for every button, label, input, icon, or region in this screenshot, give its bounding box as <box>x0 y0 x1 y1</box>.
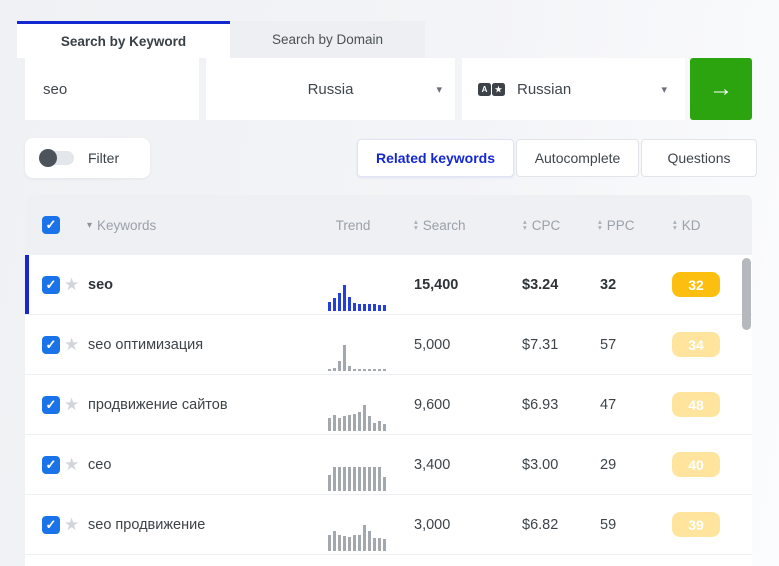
keyword-cell[interactable]: seo продвижение <box>88 495 205 555</box>
column-header-kd[interactable]: ▴ ▾ KD <box>673 195 701 255</box>
tab-questions[interactable]: Questions <box>641 139 757 177</box>
tab-autocomplete[interactable]: Autocomplete <box>516 139 639 177</box>
column-header-search-label: Search <box>422 217 466 233</box>
row-checkbox[interactable] <box>42 456 60 474</box>
ppc-cell: 59 <box>600 517 617 533</box>
chevron-down-icon: ▾ <box>661 83 667 96</box>
table-body: ★ seo 15,400 $3.24 32 32 ★ seo оптимизац… <box>25 255 752 555</box>
column-header-ppc[interactable]: ▴ ▾ PPC <box>598 195 635 255</box>
column-header-keywords[interactable]: ▾ Keywords <box>87 195 156 255</box>
keyword-cell[interactable]: сео <box>88 435 111 495</box>
column-header-trend: Trend <box>325 195 381 255</box>
ppc-cell: 47 <box>600 397 617 413</box>
keyword-search-input[interactable]: seo <box>25 58 199 120</box>
favorite-star-icon[interactable]: ★ <box>64 495 79 555</box>
search-volume-cell: 3,000 <box>414 517 451 533</box>
filter-label: Filter <box>88 150 120 166</box>
trend-sparkline <box>328 467 386 491</box>
trend-sparkline <box>328 285 386 311</box>
kd-badge: 34 <box>672 332 720 357</box>
region-select-value: Russia <box>307 80 354 98</box>
trend-sparkline <box>328 405 386 431</box>
search-query-value: seo <box>43 80 68 98</box>
result-tabs: Related keywords Autocomplete Questions <box>357 139 757 177</box>
table-row[interactable]: ★ seo продвижение 3,000 $6.82 59 39 <box>25 495 752 555</box>
language-select-value: Russian <box>517 80 572 98</box>
favorite-star-icon[interactable]: ★ <box>64 435 79 495</box>
sort-icon: ▴ ▾ <box>598 217 602 232</box>
keyword-cell[interactable]: seo <box>88 255 113 315</box>
search-volume-cell: 9,600 <box>414 397 451 413</box>
ppc-cell: 32 <box>600 277 617 293</box>
row-checkbox[interactable] <box>42 396 60 414</box>
ppc-cell: 57 <box>600 337 617 353</box>
search-volume-cell: 3,400 <box>414 457 451 473</box>
column-header-cpc[interactable]: ▴ ▾ CPC <box>523 195 560 255</box>
region-select[interactable]: Russia ▾ <box>206 58 455 120</box>
sort-icon: ▴ ▾ <box>673 217 677 232</box>
language-select[interactable]: A ★ Russian ▾ <box>462 58 685 120</box>
tab-autocomplete-label: Autocomplete <box>534 150 621 166</box>
translate-icon: A ★ <box>478 82 505 96</box>
cpc-cell: $3.24 <box>522 277 559 293</box>
column-header-cpc-label: CPC <box>531 217 561 233</box>
kd-badge: 39 <box>672 512 720 537</box>
cpc-cell: $6.93 <box>522 397 559 413</box>
trend-sparkline <box>328 345 386 371</box>
favorite-star-icon[interactable]: ★ <box>64 255 79 315</box>
tab-related-keywords-label: Related keywords <box>375 150 496 166</box>
table-scrollbar-thumb[interactable] <box>742 258 751 330</box>
column-header-trend-label: Trend <box>335 217 371 233</box>
toggle-knob <box>39 149 57 167</box>
table-row[interactable]: ★ продвижение сайтов 9,600 $6.93 47 48 <box>25 375 752 435</box>
favorite-star-icon[interactable]: ★ <box>64 315 79 375</box>
chevron-down-icon: ▾ <box>436 83 442 96</box>
column-header-kd-label: KD <box>681 217 701 233</box>
table-row[interactable]: ★ сео 3,400 $3.00 29 40 <box>25 435 752 495</box>
favorite-star-icon[interactable]: ★ <box>64 375 79 435</box>
trend-sparkline <box>328 525 386 551</box>
table-header: ▾ Keywords Trend ▴▾ Search ▴▾ CPC ▴▾ PPC… <box>25 195 752 255</box>
column-header-search[interactable]: ▴ ▾ Search <box>414 195 466 255</box>
row-checkbox[interactable] <box>42 516 60 534</box>
kd-badge: 40 <box>672 452 720 477</box>
row-checkbox[interactable] <box>42 336 60 354</box>
arrow-right-icon: → <box>709 75 733 102</box>
table-row[interactable]: ★ seo 15,400 $3.24 32 32 <box>25 255 752 315</box>
tab-questions-label: Questions <box>667 150 731 166</box>
sort-icon: ▴ ▾ <box>414 217 418 232</box>
search-volume-cell: 15,400 <box>414 277 459 293</box>
kd-badge: 48 <box>672 392 720 417</box>
tab-related-keywords[interactable]: Related keywords <box>357 139 514 177</box>
column-header-ppc-label: PPC <box>606 217 635 233</box>
kd-badge: 32 <box>672 272 720 297</box>
search-submit-button[interactable]: → <box>690 58 752 120</box>
tab-search-by-domain-label: Search by Domain <box>271 32 384 47</box>
keyword-cell[interactable]: продвижение сайтов <box>88 375 228 435</box>
cpc-cell: $3.00 <box>522 457 559 473</box>
sort-icon: ▴ ▾ <box>523 217 527 232</box>
tab-search-by-keyword-label: Search by Keyword <box>60 33 187 49</box>
keywords-table: ▾ Keywords Trend ▴▾ Search ▴▾ CPC ▴▾ PPC… <box>25 195 752 566</box>
row-checkbox[interactable] <box>42 276 60 294</box>
select-all-checkbox[interactable] <box>42 216 60 234</box>
tab-search-by-keyword[interactable]: Search by Keyword <box>17 21 230 58</box>
column-header-keywords-label: Keywords <box>97 217 157 233</box>
cpc-cell: $7.31 <box>522 337 559 353</box>
table-row[interactable]: ★ seo оптимизация 5,000 $7.31 57 34 <box>25 315 752 375</box>
filter-card: Filter <box>25 138 150 178</box>
cpc-cell: $6.82 <box>522 517 559 533</box>
filter-toggle[interactable] <box>39 149 74 167</box>
keyword-cell[interactable]: seo оптимизация <box>88 315 203 375</box>
search-volume-cell: 5,000 <box>414 337 451 353</box>
sort-caret-icon: ▾ <box>87 219 93 231</box>
tab-search-by-domain[interactable]: Search by Domain <box>230 21 425 58</box>
ppc-cell: 29 <box>600 457 617 473</box>
